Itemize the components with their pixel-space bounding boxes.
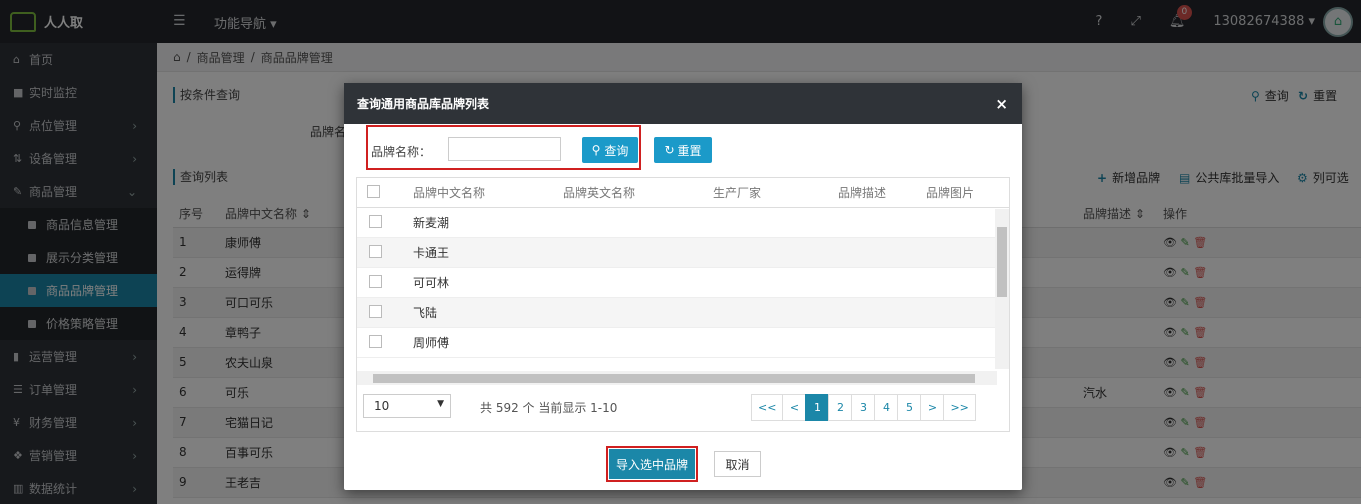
- cancel-button[interactable]: 取消: [714, 451, 761, 477]
- close-icon[interactable]: ×: [995, 95, 1008, 113]
- list-item[interactable]: 新麦潮: [357, 208, 995, 238]
- page-button[interactable]: 1: [805, 394, 830, 421]
- select-all-checkbox[interactable]: [367, 184, 380, 198]
- pagination: << <1 2 3 4 5 > >>: [751, 394, 976, 421]
- list-item[interactable]: 卡通王: [357, 238, 995, 268]
- row-checkbox[interactable]: [369, 304, 382, 318]
- modal-title: 查询通用商品库品牌列表: [357, 97, 490, 111]
- horizontal-scrollbar[interactable]: [357, 371, 997, 385]
- list-item[interactable]: 飞陆: [357, 298, 995, 328]
- page-button[interactable]: >>: [943, 394, 976, 421]
- vertical-scrollbar[interactable]: [995, 209, 1009, 369]
- row-checkbox[interactable]: [369, 274, 382, 288]
- grid-col-desc: 品牌描述: [838, 186, 887, 200]
- row-brand-name: 新麦潮: [413, 216, 450, 230]
- pagination-info: 共 592 个 当前显示 1-10: [480, 401, 618, 415]
- page-button[interactable]: 4: [874, 394, 899, 421]
- brand-name-label: 品牌名称：: [371, 145, 432, 159]
- grid-col-cn-name: 品牌中文名称: [413, 186, 486, 200]
- row-checkbox[interactable]: [369, 214, 382, 228]
- row-brand-name: 卡通王: [413, 246, 450, 260]
- page-size-value: 10: [374, 399, 390, 413]
- page-button[interactable]: 3: [851, 394, 876, 421]
- brand-name-input[interactable]: [448, 137, 561, 161]
- grid-col-en-name: 品牌英文名称: [563, 186, 636, 200]
- caret-down-icon: ▼: [437, 399, 444, 409]
- page-button[interactable]: >: [920, 394, 945, 421]
- row-brand-name: 周师傅: [413, 336, 450, 350]
- import-selected-button[interactable]: 导入选中品牌: [609, 449, 695, 479]
- row-brand-name: 可可林: [413, 276, 450, 290]
- row-checkbox[interactable]: [369, 244, 382, 258]
- page-button[interactable]: <: [782, 394, 807, 421]
- row-checkbox[interactable]: [369, 334, 382, 348]
- page-button[interactable]: <<: [751, 394, 784, 421]
- search-label: 查询: [604, 143, 629, 158]
- reset-label: 重置: [677, 143, 702, 158]
- row-brand-name: 飞陆: [413, 306, 438, 320]
- page-size-select[interactable]: 10 ▼: [363, 394, 451, 418]
- grid-col-maker: 生产厂家: [713, 186, 762, 200]
- scrollbar-thumb[interactable]: [997, 227, 1007, 297]
- search-icon: ⚲: [591, 143, 601, 157]
- modal-reset-button[interactable]: ↻ 重置: [654, 137, 712, 163]
- list-item[interactable]: 可可林: [357, 268, 995, 298]
- scrollbar-thumb[interactable]: [373, 374, 975, 383]
- modal-header: 查询通用商品库品牌列表 ×: [344, 83, 1022, 124]
- brand-query-modal: 查询通用商品库品牌列表 × 品牌名称： ⚲ 查询 ↻ 重置 品牌中文名称 品牌英文名…: [344, 83, 1022, 490]
- list-item[interactable]: 周师傅: [357, 328, 995, 358]
- grid-body: 新麦潮卡通王可可林飞陆周师傅: [357, 208, 995, 371]
- grid-col-image: 品牌图片: [926, 186, 975, 200]
- page-button[interactable]: 2: [828, 394, 853, 421]
- page-button[interactable]: 5: [897, 394, 922, 421]
- refresh-icon: ↻: [664, 143, 675, 157]
- modal-search-button[interactable]: ⚲ 查询: [582, 137, 638, 163]
- grid-header-row: 品牌中文名称 品牌英文名称 生产厂家 品牌描述 品牌图片: [357, 178, 1009, 208]
